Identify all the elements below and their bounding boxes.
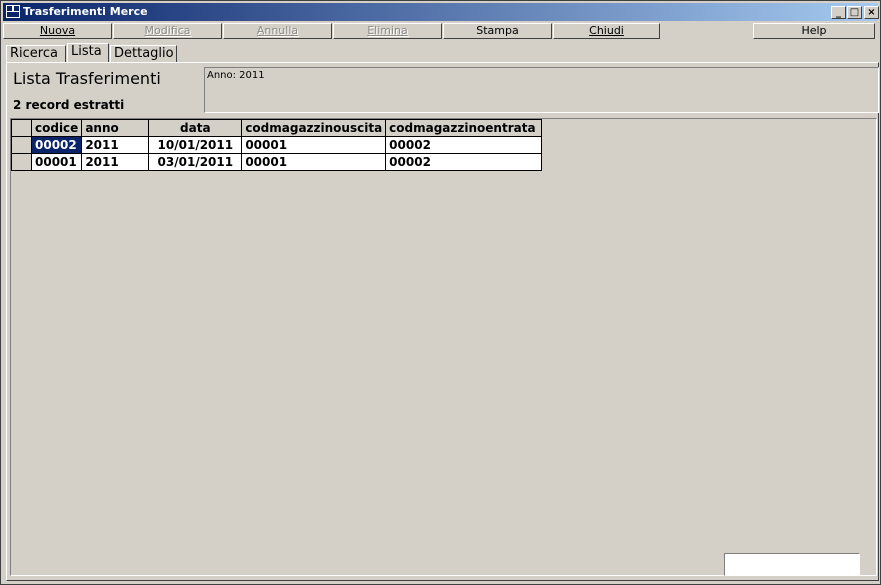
cell-codmagazzinoentrata[interactable]: 00002	[385, 136, 543, 154]
nuova-button[interactable]: Nuova	[3, 23, 112, 39]
status-field[interactable]	[724, 553, 860, 576]
grid-area	[10, 118, 877, 576]
window-title: Trasferimenti Merce	[23, 5, 148, 18]
cell-data[interactable]: 03/01/2011	[148, 153, 243, 171]
filter-text: Anno: 2011	[207, 70, 265, 81]
cell-codmagazzinouscita[interactable]: 00001	[241, 136, 387, 154]
maximize-icon[interactable]: □	[847, 6, 862, 19]
column-header-anno[interactable]: anno	[81, 119, 150, 137]
tab-dettaglio[interactable]: Dettaglio	[110, 45, 177, 63]
title-bar[interactable]: Trasferimenti Merce _ □ ×	[3, 3, 879, 21]
cell-anno[interactable]: 2011	[81, 153, 150, 171]
stampa-button[interactable]: Stampa	[443, 23, 552, 39]
column-header-codmagazzinouscita[interactable]: codmagazzinouscita	[241, 119, 387, 137]
page-title: Lista Trasferimenti	[13, 69, 161, 88]
row-selector[interactable]	[11, 153, 32, 171]
main-window: Trasferimenti Merce _ □ × Nuova Modifica…	[0, 0, 881, 585]
minimize-icon[interactable]: _	[831, 6, 846, 19]
chiudi-button[interactable]: Chiudi	[553, 23, 660, 39]
close-icon[interactable]: ×	[864, 6, 879, 19]
filter-summary: Anno: 2011	[204, 67, 879, 113]
table-row[interactable]: 00001 2011 03/01/2011 00001 00002	[11, 153, 543, 171]
row-selector[interactable]	[11, 136, 32, 154]
modifica-button[interactable]: Modifica	[113, 23, 222, 39]
app-icon	[6, 5, 20, 18]
row-header-corner	[11, 119, 32, 137]
tab-lista[interactable]: Lista	[67, 43, 109, 63]
data-grid: codice anno data codmagazzinouscita codm…	[11, 119, 543, 171]
cell-data[interactable]: 10/01/2011	[148, 136, 243, 154]
cell-anno[interactable]: 2011	[81, 136, 150, 154]
cell-codmagazzinouscita[interactable]: 00001	[241, 153, 387, 171]
cell-codice[interactable]: 00001	[30, 153, 83, 171]
grid-header-row: codice anno data codmagazzinouscita codm…	[11, 119, 543, 137]
annulla-button[interactable]: Annulla	[223, 23, 332, 39]
cell-codice[interactable]: 00002	[30, 136, 83, 154]
column-header-codmagazzinoentrata[interactable]: codmagazzinoentrata	[385, 119, 543, 137]
column-header-codice[interactable]: codice	[30, 119, 83, 137]
tab-ricerca[interactable]: Ricerca	[6, 45, 66, 63]
help-button[interactable]: Help	[753, 23, 875, 39]
column-header-data[interactable]: data	[148, 119, 243, 137]
table-row[interactable]: 00002 2011 10/01/2011 00001 00002	[11, 136, 543, 154]
cell-codmagazzinoentrata[interactable]: 00002	[385, 153, 543, 171]
elimina-button[interactable]: Elimina	[333, 23, 442, 39]
record-count: 2 record estratti	[13, 98, 125, 112]
